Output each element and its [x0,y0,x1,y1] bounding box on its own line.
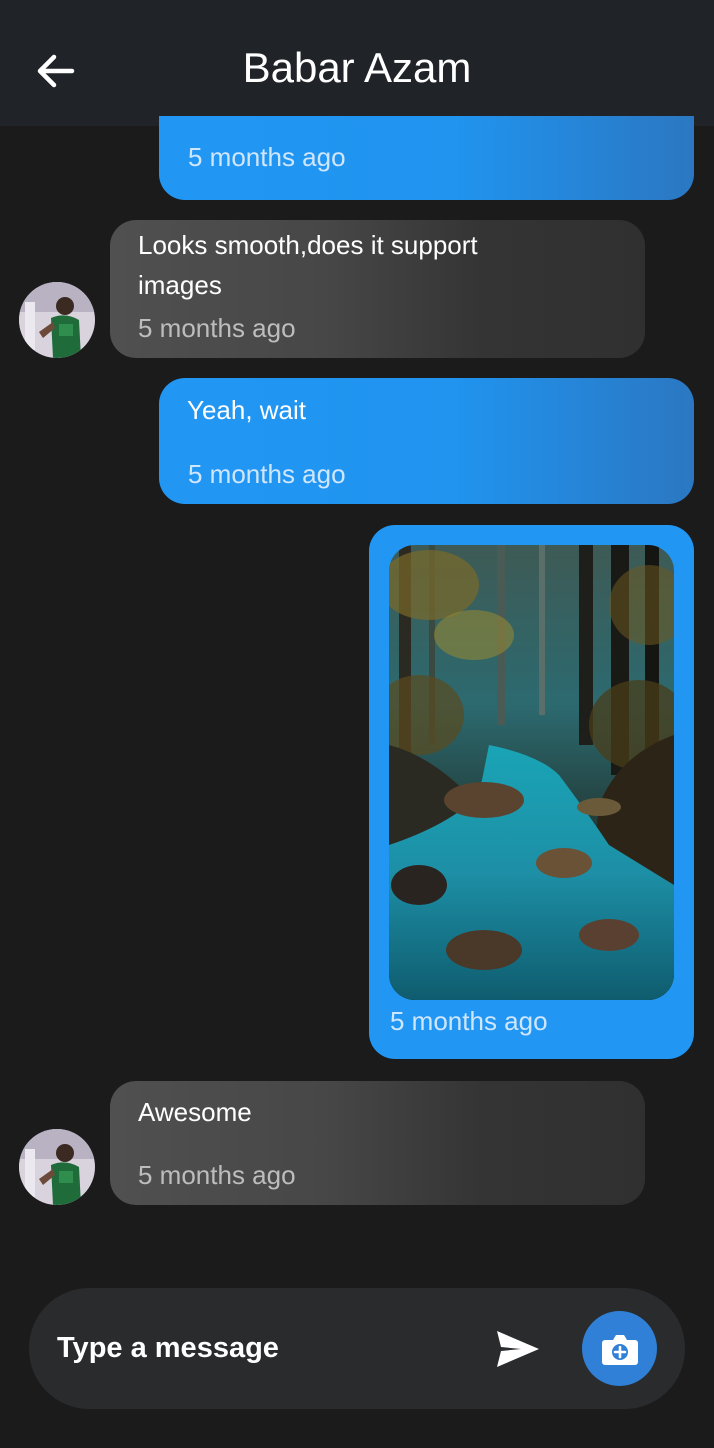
app-bar: Babar Azam [0,0,714,126]
message-input[interactable]: Type a message [57,1328,279,1368]
outgoing-image-message[interactable]: 5 months ago [369,525,694,1059]
message-time: 5 months ago [138,313,296,343]
send-button[interactable] [493,1326,543,1372]
message-text: Looks smooth,does it support images [138,230,478,300]
message-text: Awesome [138,1097,252,1127]
message-text: Yeah, wait [187,395,307,425]
message-time: 5 months ago [138,1160,296,1190]
contact-avatar[interactable] [19,282,95,358]
chat-title: Babar Azam [242,44,472,91]
message-list[interactable]: 5 months ago Looks smooth,does it suppor… [0,116,714,1276]
message-image[interactable] [389,545,674,1000]
chat-screen: Babar Azam 5 months ago Looks smooth,doe… [0,0,714,1448]
incoming-message[interactable]: Awesome 5 months ago [110,1081,645,1205]
message-time: 5 months ago [188,459,346,489]
send-icon [497,1331,539,1367]
outgoing-message[interactable]: Yeah, wait 5 months ago [159,378,694,504]
incoming-message[interactable]: Looks smooth,does it support images 5 mo… [110,220,645,358]
forest-stream-image [389,545,674,1000]
outgoing-message[interactable]: 5 months ago [159,116,694,200]
avatar-photo [19,282,95,358]
message-composer: Type a message [29,1288,685,1409]
camera-icon [601,1334,638,1365]
contact-avatar[interactable] [19,1129,95,1205]
avatar-photo [19,1129,95,1205]
message-time: 5 months ago [188,142,346,172]
camera-button[interactable] [582,1311,657,1386]
message-time: 5 months ago [390,1006,548,1036]
